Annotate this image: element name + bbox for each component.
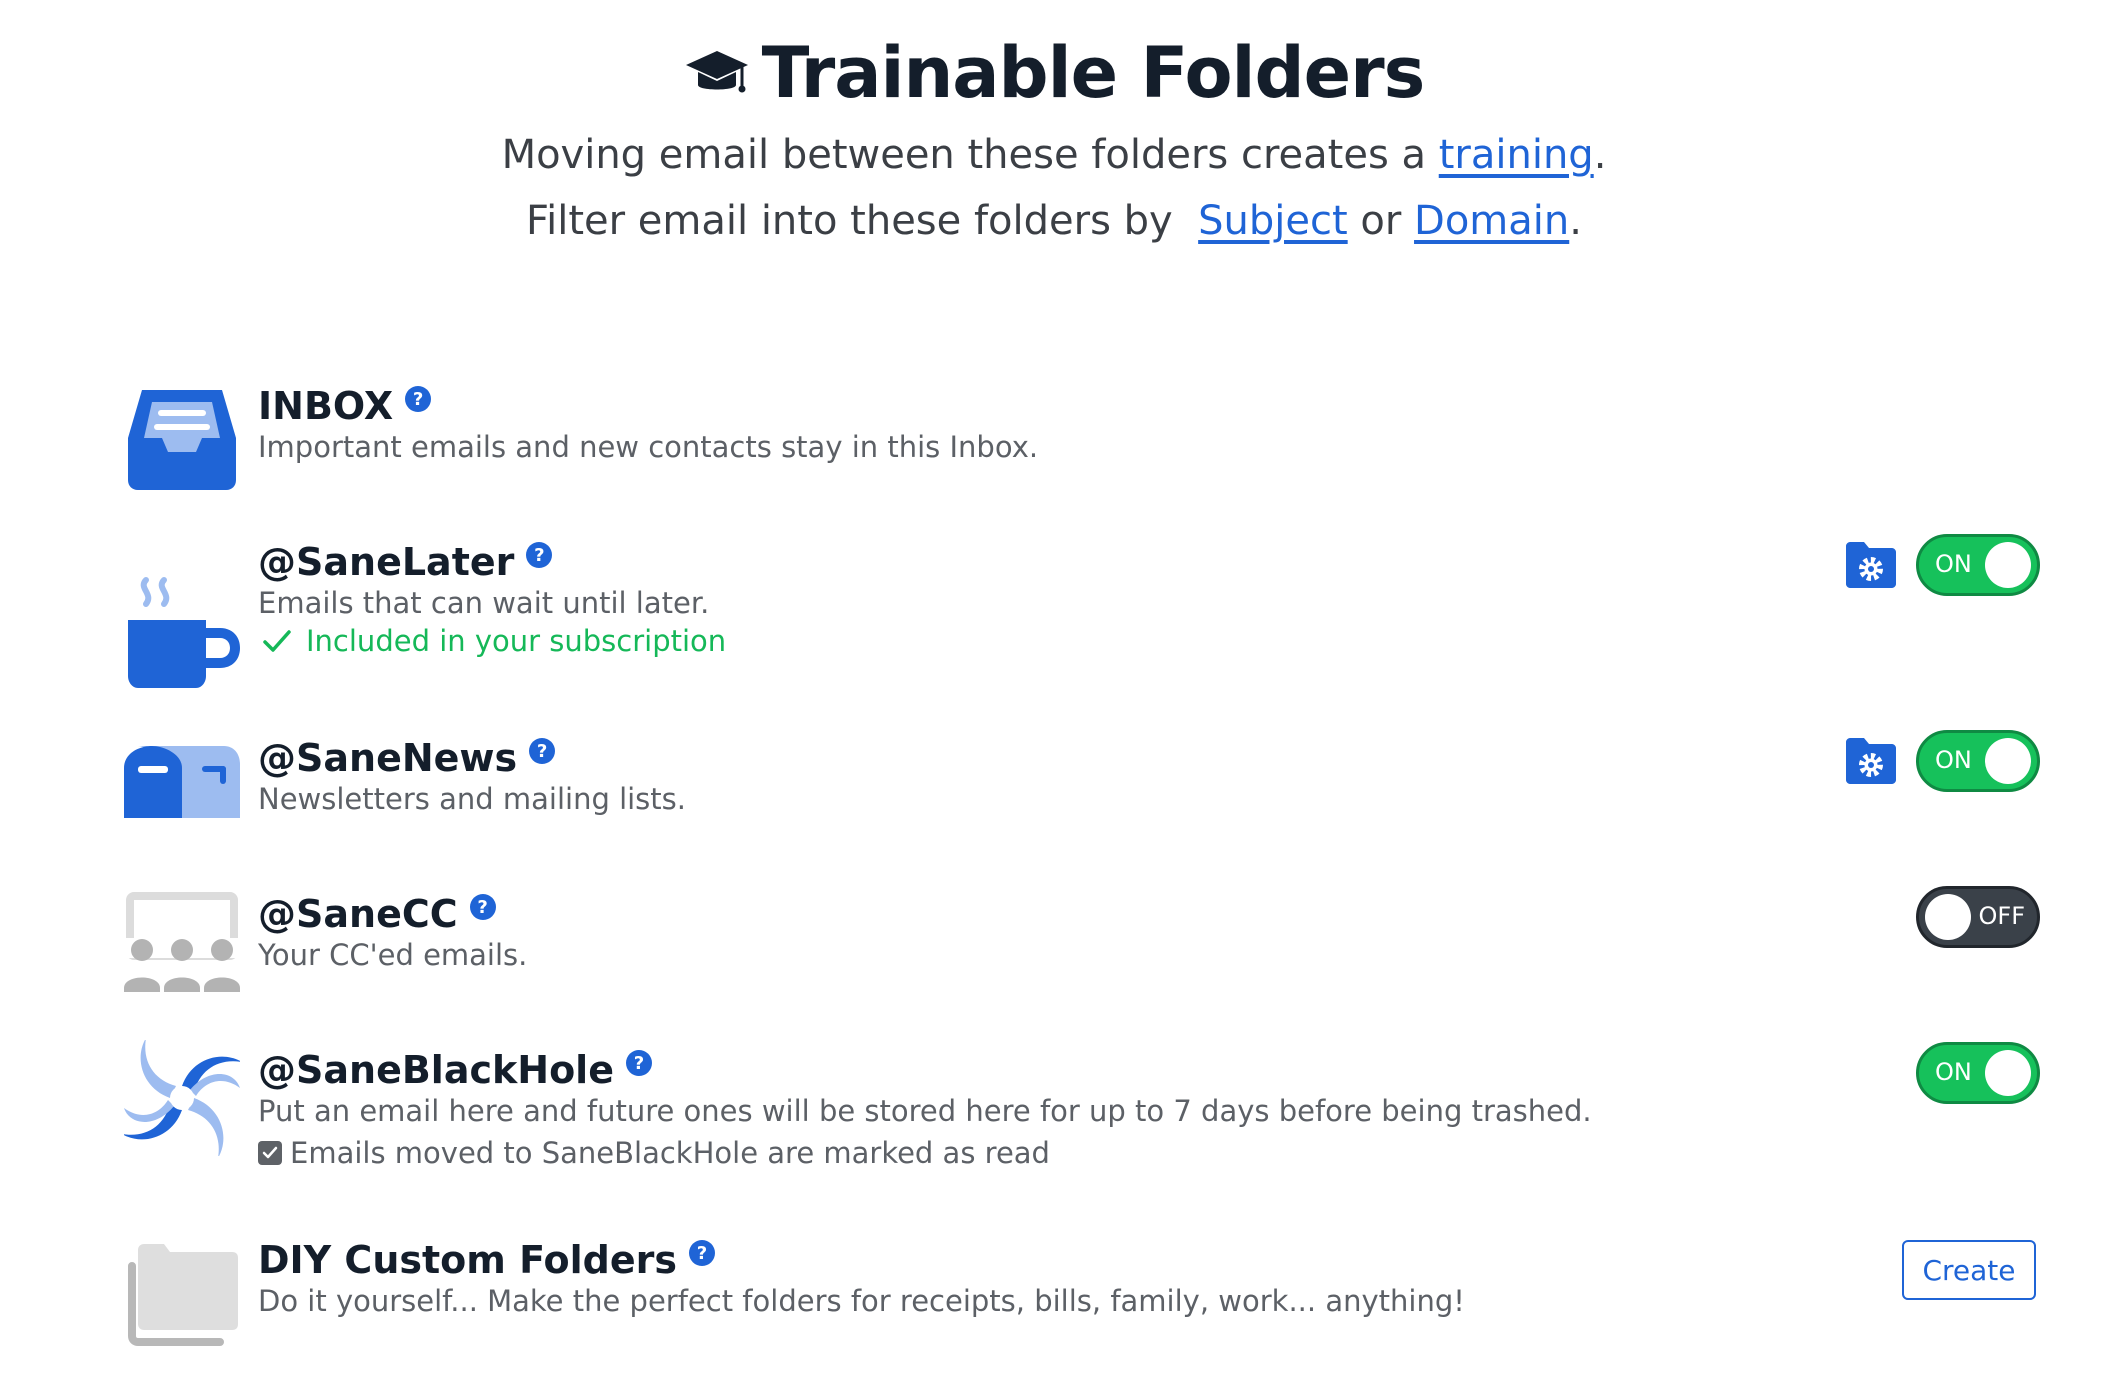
help-icon[interactable]: ? <box>405 386 432 412</box>
toggle-knob <box>1985 542 2031 588</box>
graduation-cap-icon <box>685 51 748 93</box>
folder-desc-sanecc: Your CC'ed emails. <box>258 938 528 972</box>
page-title: Trainable Folders <box>0 18 2108 128</box>
folder-desc-sanelater: Emails that can wait until later. <box>258 586 710 620</box>
create-folder-button[interactable]: Create <box>1902 1240 2036 1300</box>
subtitle-line-2: Filter email into these folders by Subje… <box>526 198 1582 244</box>
training-link[interactable]: training <box>1439 132 1594 178</box>
subtitle-line-1: Moving email between these folders creat… <box>501 132 1607 178</box>
mark-as-read-checkbox[interactable] <box>258 1141 282 1165</box>
toggle-sanecc[interactable]: OFF <box>1916 886 2040 948</box>
mark-as-read-option: Emails moved to SaneBlackHole are marked… <box>258 1136 1050 1170</box>
folder-settings-icon[interactable] <box>1846 738 1896 784</box>
folders-icon <box>128 1244 238 1346</box>
toggle-knob <box>1985 738 2031 784</box>
help-icon[interactable]: ? <box>526 542 553 568</box>
checkbox-check-icon <box>262 1146 278 1159</box>
folder-desc-diy-custom: Do it yourself... Make the perfect folde… <box>258 1284 1465 1318</box>
inbox-tray-icon <box>128 390 236 490</box>
folder-desc-sanenews: Newsletters and mailing lists. <box>258 782 686 816</box>
folder-name-sanelater: @SaneLater ? <box>258 536 553 588</box>
folder-name-sanecc: @SaneCC ? <box>258 888 496 940</box>
toggle-sanenews[interactable]: ON <box>1916 730 2040 792</box>
checkmark-icon <box>263 630 291 652</box>
toggle-knob <box>1925 894 1971 940</box>
folder-desc-saneblackhole: Put an email here and future ones will b… <box>258 1094 1592 1128</box>
coffee-cup-icon <box>128 577 240 688</box>
folder-settings-icon[interactable] <box>1846 542 1896 588</box>
help-icon[interactable]: ? <box>529 738 556 764</box>
help-icon[interactable]: ? <box>469 894 496 920</box>
subject-link[interactable]: Subject <box>1198 198 1348 244</box>
toggle-sanelater[interactable]: ON <box>1916 534 2040 596</box>
folder-name-sanenews: @SaneNews ? <box>258 732 556 784</box>
folder-desc-inbox: Important emails and new contacts stay i… <box>258 430 1039 464</box>
black-hole-swirl-icon <box>124 1040 240 1156</box>
help-icon[interactable]: ? <box>625 1050 652 1076</box>
domain-link[interactable]: Domain <box>1414 198 1569 244</box>
folder-name-diy-custom: DIY Custom Folders ? <box>258 1234 715 1286</box>
mailbox-icon <box>124 746 240 818</box>
folder-name-saneblackhole: @SaneBlackHole ? <box>258 1044 652 1096</box>
toggle-knob <box>1985 1050 2031 1096</box>
toggle-saneblackhole[interactable]: ON <box>1916 1042 2040 1104</box>
audience-icon <box>124 892 240 992</box>
folder-name-inbox: INBOX ? <box>258 380 432 432</box>
included-note: Included in your subscription <box>262 624 726 658</box>
help-icon[interactable]: ? <box>688 1240 715 1266</box>
page-title-text: Trainable Folders <box>761 32 1426 114</box>
